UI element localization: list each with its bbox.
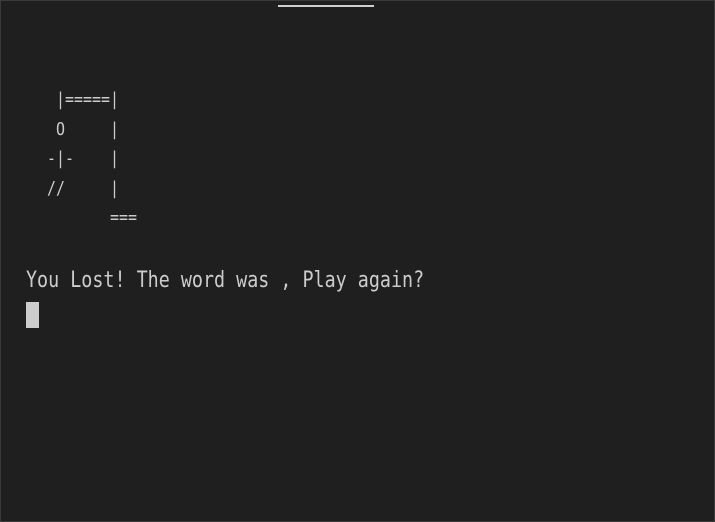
text-cursor — [26, 302, 39, 328]
hangman-ascii-art: |=====| O | -|- | // | === — [46, 89, 137, 228]
terminal-window[interactable]: |=====| O | -|- | // | === You Lost! The… — [0, 0, 715, 522]
active-tab-indicator — [278, 5, 374, 7]
game-over-message: You Lost! The word was , Play again? — [26, 268, 425, 293]
